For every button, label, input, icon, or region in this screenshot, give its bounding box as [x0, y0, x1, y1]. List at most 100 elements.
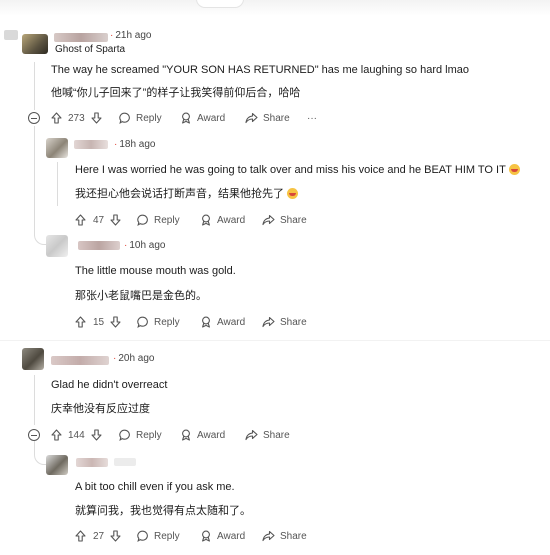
share-label: Share: [263, 112, 290, 124]
share-label: Share: [280, 530, 307, 542]
speech-bubble-icon: [119, 112, 130, 124]
downvote-button[interactable]: [110, 528, 121, 544]
avatar[interactable]: [22, 34, 48, 54]
share-button[interactable]: Share: [262, 528, 307, 544]
share-label: Share: [280, 214, 307, 226]
thread-line-1b: [34, 126, 35, 236]
timestamp-text: 21h ago: [115, 30, 152, 41]
comment-translation: 就算问我，我也觉得有点太随和了。: [75, 505, 251, 517]
award-ribbon-icon: [202, 214, 210, 226]
avatar[interactable]: [46, 235, 68, 257]
upvote-button[interactable]: [75, 314, 86, 330]
username[interactable]: [51, 356, 109, 365]
thread-line-2: [57, 162, 58, 206]
reply-label: Reply: [154, 316, 180, 328]
thread-line-4: [34, 375, 35, 425]
reply-label: Reply: [154, 214, 180, 226]
arrow-up-icon: [51, 112, 62, 124]
collapse-minus-icon[interactable]: [28, 112, 40, 124]
action-bar: 47 Reply Award Share: [75, 212, 335, 228]
action-bar: 273 Reply Award Share ···: [51, 110, 351, 126]
action-bar: 15 Reply Award Share: [75, 314, 335, 330]
timestamp-text: 18h ago: [119, 139, 156, 150]
downvote-button[interactable]: [110, 212, 121, 228]
avatar[interactable]: [46, 455, 68, 475]
award-button[interactable]: Award: [200, 314, 245, 330]
vote-count: 47: [93, 214, 105, 226]
award-button[interactable]: Award: [200, 528, 245, 544]
timestamp-text: 20h ago: [118, 353, 155, 364]
arrow-down-icon: [110, 214, 121, 226]
comment-translation: 庆幸他没有反应过度: [51, 403, 150, 415]
upvote-button[interactable]: [51, 110, 62, 126]
downvote-button[interactable]: [91, 427, 102, 443]
redacted: [4, 30, 18, 40]
arrow-down-icon: [110, 530, 121, 542]
timestamp: · 21h ago: [110, 30, 152, 41]
comment-translation: 我还担心他会说话打断声音，结果他抢先了: [75, 185, 298, 201]
share-arrow-icon: [262, 316, 275, 328]
downvote-button[interactable]: [110, 314, 121, 330]
share-arrow-icon: [245, 429, 258, 441]
award-label: Award: [217, 530, 246, 542]
user-flair: Ghost of Sparta: [55, 44, 126, 55]
vote-count: 273: [68, 112, 85, 124]
username[interactable]: [54, 33, 108, 42]
upvote-button[interactable]: [75, 528, 86, 544]
collapse-minus-icon[interactable]: [28, 429, 40, 441]
vote-count: 144: [68, 429, 85, 441]
speech-bubble-icon: [119, 429, 130, 441]
top-pill: [196, 0, 244, 8]
avatar[interactable]: [22, 348, 44, 370]
arrow-down-icon: [91, 112, 102, 124]
award-label: Award: [197, 429, 226, 441]
username[interactable]: [74, 140, 108, 149]
action-bar: 27 Reply Award Share: [75, 528, 335, 544]
timestamp: · 10h ago: [124, 240, 166, 251]
reply-button[interactable]: Reply: [119, 110, 162, 126]
upvote-button[interactable]: [51, 427, 62, 443]
award-button[interactable]: Award: [200, 212, 245, 228]
comment-text-zh: 我还担心他会说话打断声音，结果他抢先了: [75, 188, 284, 200]
share-button[interactable]: Share: [262, 314, 307, 330]
reply-button[interactable]: Reply: [137, 528, 180, 544]
username[interactable]: [78, 241, 120, 250]
more-options-button[interactable]: ···: [307, 110, 317, 126]
award-button[interactable]: Award: [180, 427, 225, 443]
share-button[interactable]: Share: [262, 212, 307, 228]
thread-divider: [0, 340, 550, 341]
share-label: Share: [280, 316, 307, 328]
avatar[interactable]: [46, 138, 68, 158]
reply-button[interactable]: Reply: [137, 314, 180, 330]
scroll-fade: [0, 0, 550, 16]
action-bar: 144 Reply Award Share: [51, 427, 311, 443]
reply-button[interactable]: Reply: [137, 212, 180, 228]
award-button[interactable]: Award: [180, 110, 225, 126]
upvote-button[interactable]: [75, 212, 86, 228]
timestamp: · 18h ago: [114, 139, 156, 150]
comment-text-en: Here I was worried he was going to talk …: [75, 164, 506, 176]
username[interactable]: [76, 458, 108, 467]
reply-button[interactable]: Reply: [119, 427, 162, 443]
speech-bubble-icon: [137, 316, 148, 328]
arrow-up-icon: [75, 530, 86, 542]
downvote-button[interactable]: [91, 110, 102, 126]
arrow-up-icon: [51, 429, 62, 441]
arrow-down-icon: [110, 316, 121, 328]
comment-translation: 那张小老鼠嘴巴是金色的。: [75, 290, 207, 302]
thread-line-1: [34, 62, 35, 110]
comment-text: The little mouse mouth was gold.: [75, 265, 236, 277]
reply-label: Reply: [154, 530, 180, 542]
laughing-face-icon: [287, 188, 298, 199]
share-arrow-icon: [262, 530, 275, 542]
comment-text: The way he screamed "YOUR SON HAS RETURN…: [51, 64, 470, 76]
arrow-down-icon: [91, 429, 102, 441]
award-ribbon-icon: [202, 316, 210, 328]
vote-count: 15: [93, 316, 105, 328]
share-label: Share: [263, 429, 290, 441]
share-button[interactable]: Share: [245, 110, 290, 126]
comment-text: Here I was worried he was going to talk …: [75, 164, 520, 176]
award-label: Award: [217, 214, 246, 226]
share-arrow-icon: [245, 112, 258, 124]
share-button[interactable]: Share: [245, 427, 290, 443]
